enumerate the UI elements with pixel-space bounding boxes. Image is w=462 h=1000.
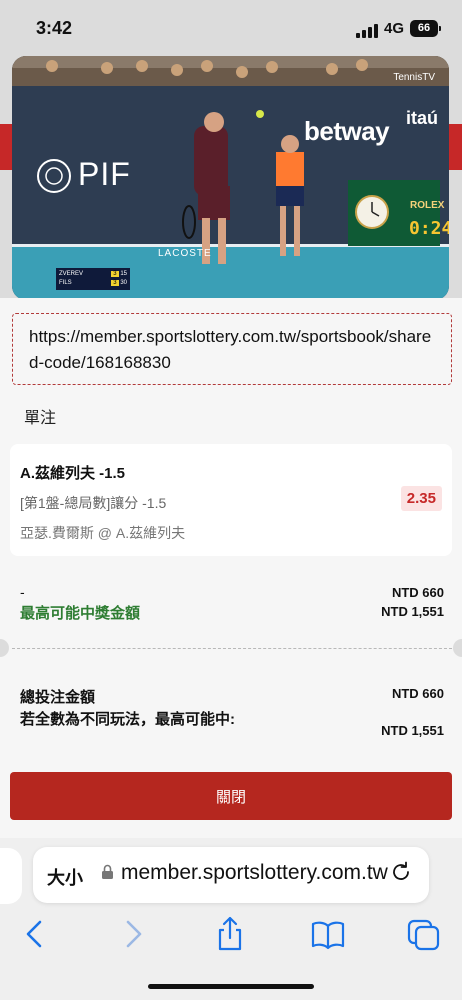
court-clock: 0:24 [409,218,449,239]
battery-icon: 66 [410,20,441,37]
live-video-player[interactable]: TennisTV betway itaú PIF ROLEX 0:24 LACO… [12,56,449,300]
lock-icon [101,864,114,884]
dashed-divider [12,648,452,649]
forward-icon[interactable] [112,916,152,952]
previous-tab-preview[interactable] [0,848,22,904]
share-icon[interactable] [210,916,250,952]
scoreboard: ZVEREV 3 15 FILS 3 30 [56,268,130,290]
total-stake-amount: NTD 660 [391,686,444,701]
stake-amount: NTD 660 [391,585,444,600]
network-type: 4G [384,20,405,37]
scoreboard-row: FILS 3 30 [59,279,127,288]
sponsor-lacoste: LACOSTE [158,248,212,259]
status-bar: 3:42 4G 66 [0,0,462,56]
text-size-button[interactable]: 大小 [47,864,83,890]
sponsor-betway: betway [304,116,390,146]
url-text: member.sportslottery.com.tw [121,861,388,884]
sponsor-rolex: ROLEX [410,200,445,211]
scoreboard-set: 3 [111,280,119,286]
scoreboard-player: FILS [59,280,72,286]
bet-selection: A.茲維列夫 -1.5 [20,465,126,482]
bookmarks-icon[interactable] [308,916,348,952]
section-title: 單注 [24,410,57,427]
share-link[interactable]: https://member.sportslottery.com.tw/spor… [12,313,452,385]
odds-badge: 2.35 [400,486,442,511]
channel-logo: TennisTV [393,72,435,83]
tabs-icon[interactable] [404,916,444,952]
stake-label: - [20,584,25,600]
multi-win-label: 若全數為不同玩法，最高可能中: [20,711,235,728]
bet-market: [第1盤-總局數]讓分 -1.5 [20,495,167,511]
scoreboard-player: ZVEREV [59,271,84,277]
scoreboard-game: 30 [120,280,127,286]
bet-card: A.茲維列夫 -1.5 [第1盤-總局數]讓分 -1.5 亞瑟.費爾斯 @ A.… [10,444,452,556]
home-indicator [148,984,314,989]
bet-match: 亞瑟.費爾斯 @ A.茲維列夫 [20,525,186,541]
status-time: 3:42 [36,18,73,38]
scoreboard-row: ZVEREV 3 15 [59,270,127,279]
address-bar[interactable]: 大小 member.sportslottery.com.tw [33,847,429,903]
sponsor-itau: itaú [406,108,439,128]
sponsor-pif: PIF [78,156,131,192]
scoreboard-set: 3 [111,271,119,277]
scoreboard-game: 15 [120,271,127,277]
back-icon[interactable] [16,916,56,952]
signal-icon [356,24,378,38]
reload-icon[interactable] [389,860,413,890]
close-button[interactable]: 關閉 [10,772,452,820]
max-win-amount: NTD 1,551 [381,604,444,619]
total-stake-label: 總投注金額 [20,689,96,706]
multi-win-amount: NTD 1,551 [381,723,444,738]
